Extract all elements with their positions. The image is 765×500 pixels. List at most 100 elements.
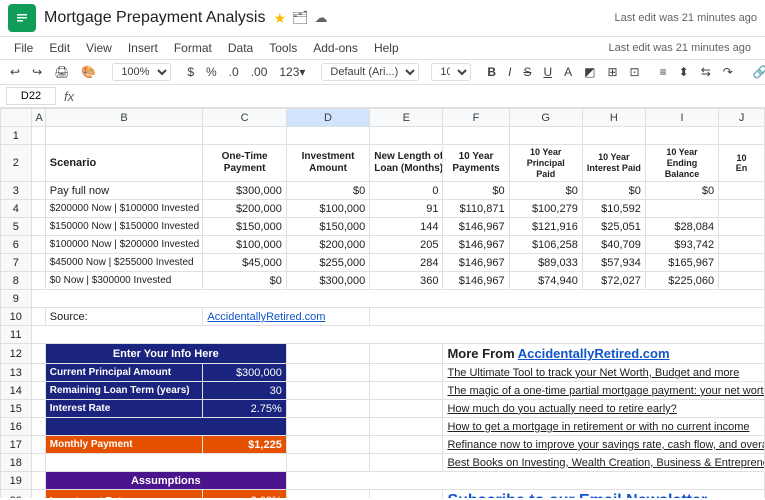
cell-d18[interactable] <box>286 454 369 472</box>
cell-a1[interactable] <box>31 127 45 145</box>
rotate-button[interactable]: ↷ <box>719 63 737 81</box>
cell-b8[interactable]: $0 Now | $300000 Invested <box>45 272 203 290</box>
more-formats-button[interactable]: 123▾ <box>275 63 309 81</box>
cell-i2[interactable]: 10 YearEndingBalance <box>645 145 718 182</box>
cell-a13[interactable] <box>31 364 45 382</box>
cell-g5[interactable]: $121,916 <box>509 218 582 236</box>
cell-d17[interactable] <box>286 436 369 454</box>
cell-a3[interactable] <box>31 182 45 200</box>
align-button[interactable]: ≡ <box>656 63 671 81</box>
valign-button[interactable]: ⬍ <box>675 63 693 81</box>
cell-b4[interactable]: $200000 Now | $100000 Invested <box>45 200 203 218</box>
cell-f3[interactable]: $0 <box>443 182 509 200</box>
cell-a4[interactable] <box>31 200 45 218</box>
cell-h4[interactable]: $10,592 <box>582 200 645 218</box>
cell-e13[interactable] <box>370 364 443 382</box>
cell-h2[interactable]: 10 YearInterest Paid <box>582 145 645 182</box>
cell-j1[interactable] <box>719 127 765 145</box>
cell-b1[interactable] <box>45 127 203 145</box>
cell-a8[interactable] <box>31 272 45 290</box>
cell-i7[interactable]: $165,967 <box>645 254 718 272</box>
cell-g2[interactable]: 10 YearPrincipalPaid <box>509 145 582 182</box>
cell-c4[interactable]: $200,000 <box>203 200 286 218</box>
cell-bc18[interactable] <box>45 454 286 472</box>
cell-b15[interactable]: Interest Rate <box>45 400 203 418</box>
cell-j8[interactable] <box>719 272 765 290</box>
cell-b13[interactable]: Current Principal Amount <box>45 364 203 382</box>
cell-i8[interactable]: $225,060 <box>645 272 718 290</box>
cell-a12[interactable] <box>31 344 45 364</box>
cell-d4[interactable]: $100,000 <box>286 200 369 218</box>
cell-c2[interactable]: One-TimePayment <box>203 145 286 182</box>
col-header-h[interactable]: H <box>582 109 645 127</box>
cell-j3[interactable] <box>719 182 765 200</box>
cell-f6[interactable]: $146,967 <box>443 236 509 254</box>
col-header-i[interactable]: I <box>645 109 718 127</box>
text-color-button[interactable]: A <box>560 63 576 81</box>
cell-d6[interactable]: $200,000 <box>286 236 369 254</box>
cell-b2[interactable]: Scenario <box>45 145 203 182</box>
cell-a18[interactable] <box>31 454 45 472</box>
cell-i6[interactable]: $93,742 <box>645 236 718 254</box>
cell-e6[interactable]: 205 <box>370 236 443 254</box>
cell-a5[interactable] <box>31 218 45 236</box>
star-icon[interactable]: ★ <box>273 10 286 27</box>
cell-i1[interactable] <box>645 127 718 145</box>
link-3[interactable]: How much do you actually need to retire … <box>443 400 765 418</box>
cell-c5[interactable]: $150,000 <box>203 218 286 236</box>
cell-b7[interactable]: $45000 Now | $255000 Invested <box>45 254 203 272</box>
menu-format[interactable]: Format <box>168 39 218 57</box>
cell-d3[interactable]: $0 <box>286 182 369 200</box>
menu-insert[interactable]: Insert <box>122 39 164 57</box>
link-1[interactable]: The Ultimate Tool to track your Net Wort… <box>443 364 765 382</box>
cell-d7[interactable]: $255,000 <box>286 254 369 272</box>
cloud-icon[interactable]: ☁ <box>315 10 328 27</box>
fill-color-button[interactable]: ◩ <box>580 63 599 81</box>
percent-button[interactable]: % <box>202 63 221 81</box>
cell-h7[interactable]: $57,934 <box>582 254 645 272</box>
cell-j7[interactable] <box>719 254 765 272</box>
cell-c7[interactable]: $45,000 <box>203 254 286 272</box>
strikethrough-button[interactable]: S <box>519 63 535 81</box>
cell-c15[interactable]: 2.75% <box>203 400 286 418</box>
cell-e5[interactable]: 144 <box>370 218 443 236</box>
cell-c8[interactable]: $0 <box>203 272 286 290</box>
cell-e20[interactable] <box>370 490 443 498</box>
cell-g7[interactable]: $89,033 <box>509 254 582 272</box>
cell-c14[interactable]: 30 <box>203 382 286 400</box>
menu-file[interactable]: File <box>8 39 39 57</box>
cell-j4[interactable] <box>719 200 765 218</box>
cell-h5[interactable]: $25,051 <box>582 218 645 236</box>
link-button[interactable]: 🔗 <box>749 63 765 81</box>
cell-a14[interactable] <box>31 382 45 400</box>
cell-d15[interactable] <box>286 400 369 418</box>
cell-c6[interactable]: $100,000 <box>203 236 286 254</box>
cell-d14[interactable] <box>286 382 369 400</box>
cell-d12[interactable] <box>286 344 369 364</box>
cell-a19[interactable] <box>31 472 45 490</box>
undo-button[interactable]: ↩ <box>6 63 24 81</box>
cell-b10[interactable]: Source: <box>45 308 203 326</box>
cell-g3[interactable]: $0 <box>509 182 582 200</box>
link-2[interactable]: The magic of a one-time partial mortgage… <box>443 382 765 400</box>
col-header-d[interactable]: D <box>286 109 369 127</box>
cell-f7[interactable]: $146,967 <box>443 254 509 272</box>
cell-b3[interactable]: Pay full now <box>45 182 203 200</box>
decimal-decrease-button[interactable]: .0 <box>225 63 243 81</box>
cell-e14[interactable] <box>370 382 443 400</box>
decimal-increase-button[interactable]: .00 <box>247 63 272 81</box>
cell-h8[interactable]: $72,027 <box>582 272 645 290</box>
menu-help[interactable]: Help <box>368 39 405 57</box>
cell-c13[interactable]: $300,000 <box>203 364 286 382</box>
cell-e3[interactable]: 0 <box>370 182 443 200</box>
cell-e18[interactable] <box>370 454 443 472</box>
cell-b14[interactable]: Remaining Loan Term (years) <box>45 382 203 400</box>
cell-e2[interactable]: New Length ofLoan (Months) <box>370 145 443 182</box>
menu-tools[interactable]: Tools <box>263 39 303 57</box>
cell-i5[interactable]: $28,084 <box>645 218 718 236</box>
menu-edit[interactable]: Edit <box>43 39 76 57</box>
col-header-j[interactable]: J <box>719 109 765 127</box>
cell-i4[interactable] <box>645 200 718 218</box>
col-header-b[interactable]: B <box>45 109 203 127</box>
col-header-g[interactable]: G <box>509 109 582 127</box>
